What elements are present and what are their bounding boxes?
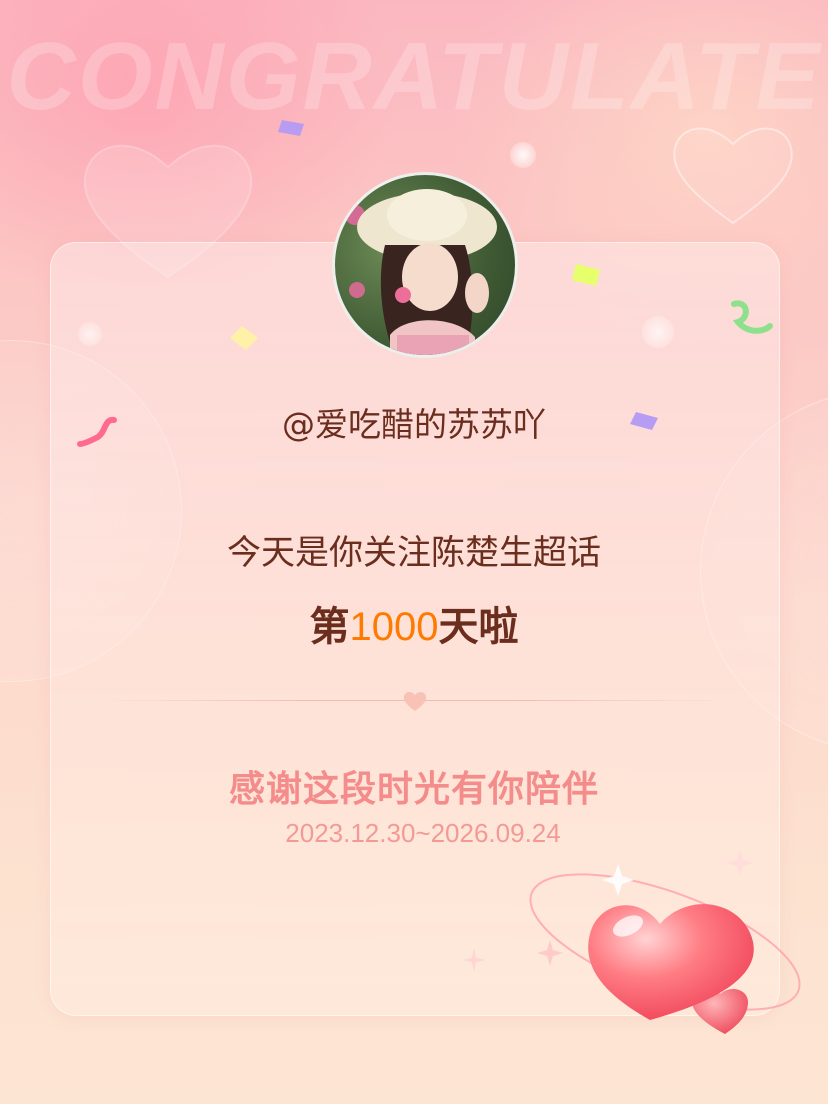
background-watermark-text: CONGRATULATE <box>6 23 822 130</box>
date-range: 2023.12.30~2026.09.24 <box>285 818 561 848</box>
confetti-pink-curl-icon <box>77 416 117 447</box>
background-heart-outline-icon <box>673 127 793 225</box>
day-count: 1000 <box>349 605 439 649</box>
confetti-purple-icon <box>278 120 304 136</box>
background-glow-dot <box>510 142 536 168</box>
thanks-message: 感谢这段时光有你陪伴 <box>228 769 599 810</box>
follow-message-line1: 今天是你关注陈楚生超话 <box>227 533 601 573</box>
days-suffix: 天啦 <box>438 604 519 650</box>
confetti-yellow-icon <box>230 326 258 350</box>
confetti-purple-icon <box>630 412 658 430</box>
confetti-green-curl-icon <box>731 300 773 334</box>
user-avatar <box>332 172 518 358</box>
big-heart-icon <box>529 852 801 1034</box>
confetti-yellow-icon <box>572 264 600 286</box>
follow-days-message: 第1000天啦 <box>0 594 828 652</box>
sparkle-icon <box>462 948 486 972</box>
heart-icon <box>403 692 427 711</box>
user-handle: @爱吃醋的苏苏吖 <box>282 405 546 444</box>
share-card-page: CONGRATULATE @爱吃醋的苏苏吖 今天是你关注陈楚生超话 第1000天… <box>0 0 828 1104</box>
avatar-portrait-icon <box>345 189 497 355</box>
days-prefix: 第 <box>309 604 350 650</box>
